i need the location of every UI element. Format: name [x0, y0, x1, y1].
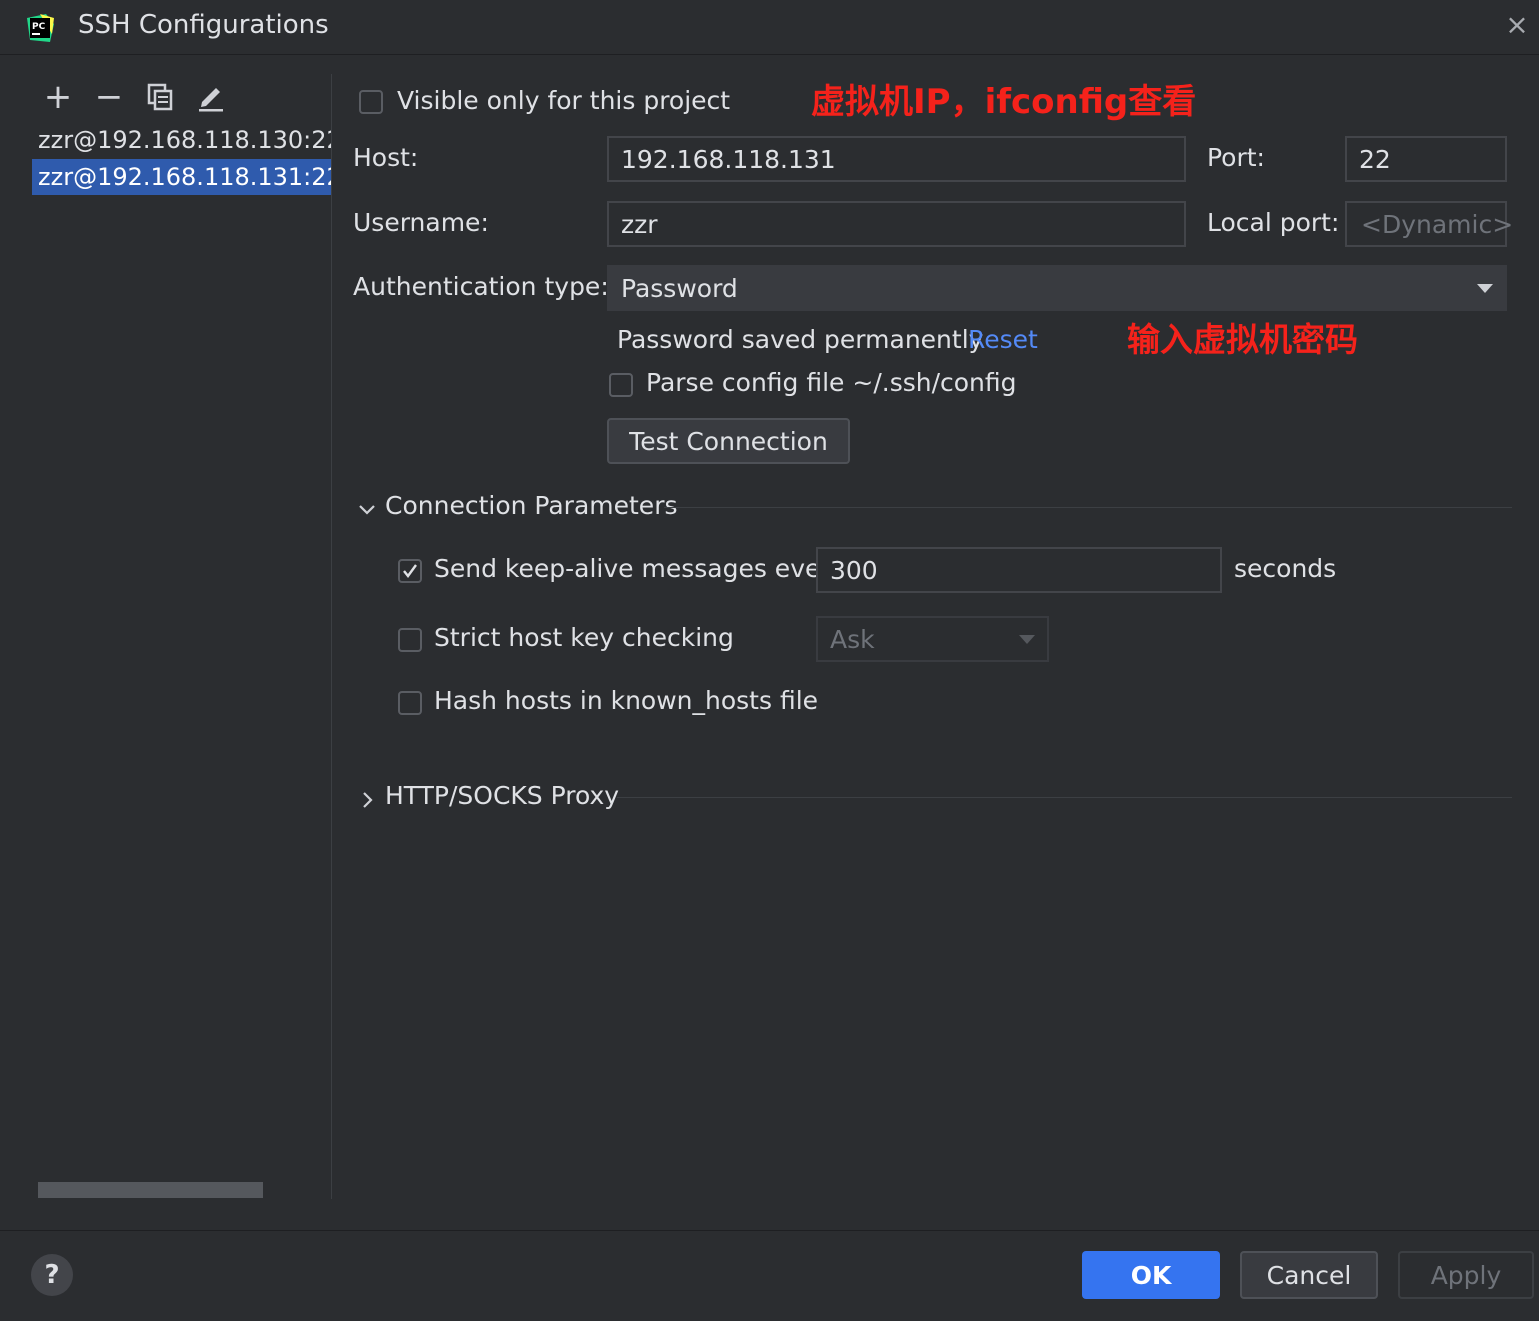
keepalive-label: Send keep-alive messages every: [434, 554, 846, 583]
port-label: Port:: [1207, 143, 1265, 172]
close-icon[interactable]: ×: [1504, 11, 1530, 39]
pycharm-icon: PC: [27, 14, 54, 42]
auth-type-label: Authentication type:: [353, 272, 609, 301]
chevron-down-icon: [1477, 284, 1493, 293]
list-item[interactable]: zzr@192.168.118.130:22 p: [32, 122, 332, 158]
horizontal-scrollbar[interactable]: [38, 1182, 263, 1198]
reset-link[interactable]: Reset: [968, 325, 1038, 354]
edit-icon[interactable]: [194, 80, 228, 114]
chevron-right-icon[interactable]: [357, 787, 377, 816]
help-button[interactable]: ?: [31, 1254, 73, 1296]
ip-annotation: 虚拟机IP，ifconfig查看: [811, 82, 1197, 122]
footer-divider: [0, 1230, 1539, 1231]
add-icon[interactable]: +: [41, 77, 75, 117]
test-connection-button[interactable]: Test Connection: [607, 418, 850, 464]
visible-only-checkbox[interactable]: [359, 90, 383, 114]
password-saved-text: Password saved permanently: [617, 325, 984, 354]
strict-host-select[interactable]: Ask: [816, 616, 1049, 662]
list-item-label: zzr@192.168.118.131:22: [38, 163, 332, 191]
remove-icon[interactable]: −: [92, 77, 126, 117]
keepalive-checkbox[interactable]: [398, 559, 422, 583]
ok-button[interactable]: OK: [1082, 1251, 1220, 1299]
password-annotation: 输入虚拟机密码: [1127, 320, 1358, 359]
auth-type-select[interactable]: Password: [607, 265, 1507, 311]
copy-icon[interactable]: [143, 80, 177, 114]
hash-hosts-label: Hash hosts in known_hosts file: [434, 686, 819, 715]
keepalive-unit: seconds: [1234, 554, 1337, 583]
parse-config-checkbox[interactable]: [609, 373, 633, 397]
auth-type-value: Password: [621, 273, 738, 303]
list-item-selected[interactable]: zzr@192.168.118.131:22 p: [32, 159, 332, 195]
svg-text:PC: PC: [32, 22, 46, 32]
username-label: Username:: [353, 208, 489, 237]
strict-host-label: Strict host key checking: [434, 623, 734, 652]
local-port-label: Local port:: [1207, 208, 1340, 237]
chevron-down-icon[interactable]: [357, 496, 377, 525]
panel-divider[interactable]: [331, 74, 332, 1199]
parse-config-label: Parse config file ~/.ssh/config: [646, 368, 1017, 397]
cancel-button[interactable]: Cancel: [1240, 1251, 1378, 1299]
list-item-label: zzr@192.168.118.130:22: [38, 126, 332, 154]
section-divider: [664, 507, 1512, 508]
strict-host-checkbox[interactable]: [398, 628, 422, 652]
hash-hosts-checkbox[interactable]: [398, 691, 422, 715]
connection-parameters-title[interactable]: Connection Parameters: [385, 491, 678, 520]
host-input[interactable]: 192.168.118.131: [607, 136, 1186, 182]
keepalive-input[interactable]: 300: [816, 547, 1222, 593]
chevron-down-icon: [1019, 635, 1035, 644]
host-label: Host:: [353, 143, 419, 172]
window-title: SSH Configurations: [78, 10, 329, 40]
visible-only-label: Visible only for this project: [397, 86, 731, 115]
username-input[interactable]: zzr: [607, 201, 1186, 247]
apply-button[interactable]: Apply: [1398, 1251, 1534, 1299]
proxy-section-title[interactable]: HTTP/SOCKS Proxy: [385, 781, 619, 810]
strict-host-value: Ask: [830, 624, 875, 654]
section-divider: [617, 797, 1512, 798]
local-port-input[interactable]: <Dynamic>: [1345, 201, 1513, 247]
port-input[interactable]: 22: [1345, 136, 1507, 182]
checkmark-icon: [403, 564, 417, 578]
